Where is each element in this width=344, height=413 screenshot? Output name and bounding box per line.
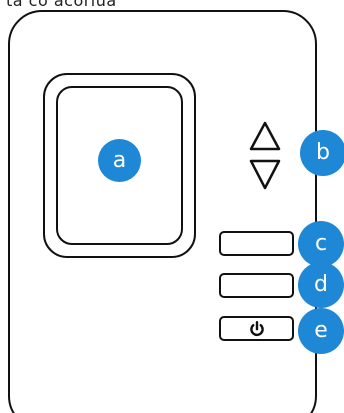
button-d[interactable] xyxy=(219,273,294,298)
callout-c: c xyxy=(298,221,344,267)
arrow-icons xyxy=(249,121,281,190)
arrow-buttons[interactable] xyxy=(248,120,282,192)
power-icon xyxy=(249,320,264,336)
up-triangle-icon xyxy=(249,121,281,151)
callout-a: a xyxy=(98,139,141,182)
callout-b: b xyxy=(300,130,344,176)
callout-d: d xyxy=(298,262,344,308)
power-button[interactable] xyxy=(219,316,294,341)
callout-e: e xyxy=(298,308,344,354)
button-c[interactable] xyxy=(219,231,294,256)
cropped-caption: ta co acoriua xyxy=(6,0,117,10)
down-triangle-icon xyxy=(249,159,281,190)
